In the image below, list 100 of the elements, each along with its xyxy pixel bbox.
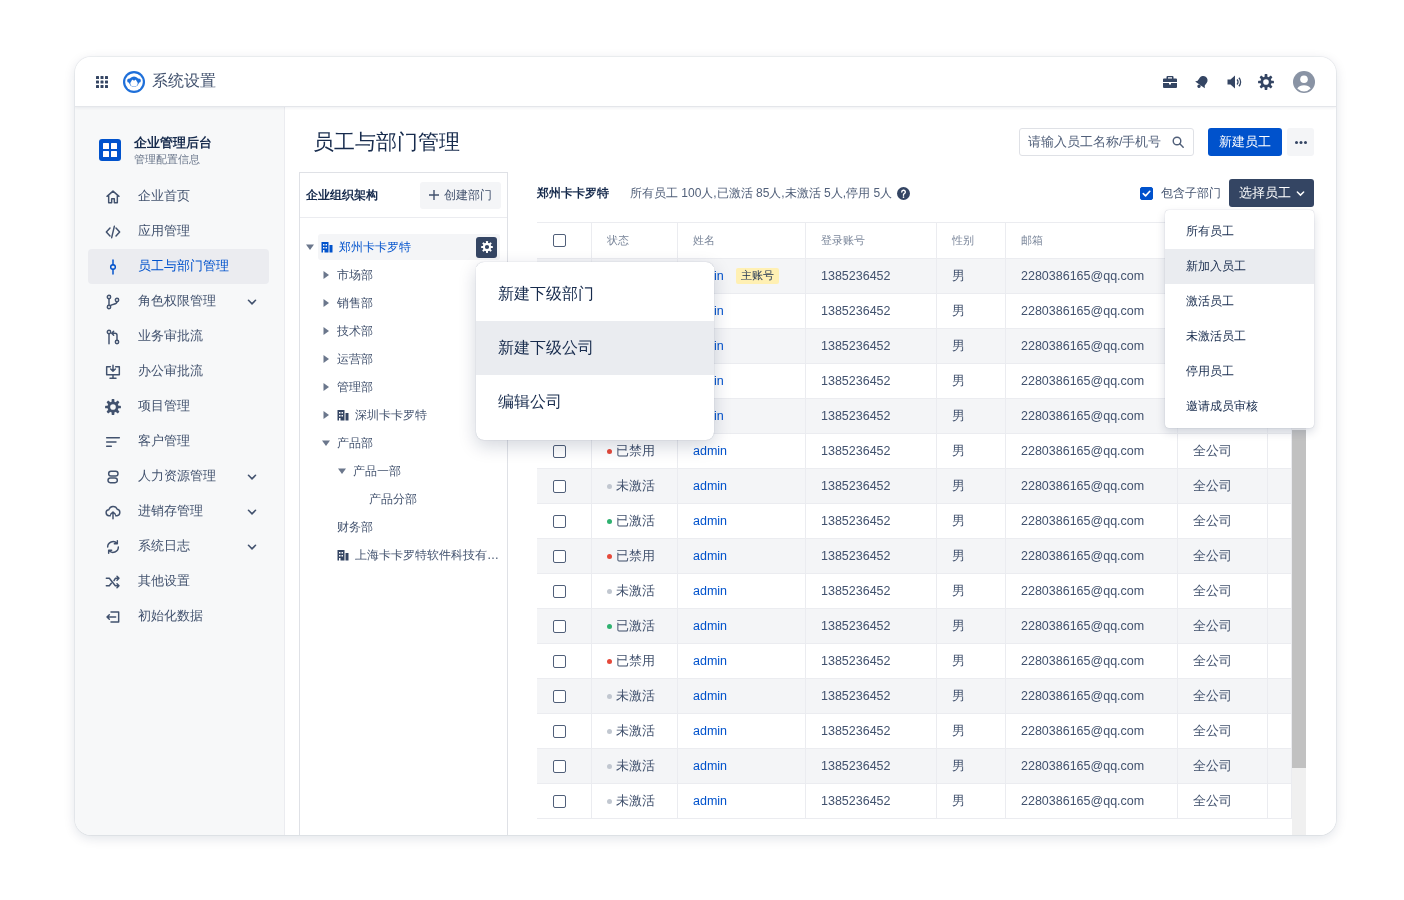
caret-icon[interactable] — [338, 467, 346, 475]
tree-node[interactable]: 深圳卡卡罗特 — [334, 402, 430, 428]
avatar-icon[interactable] — [1293, 70, 1315, 93]
name-link[interactable]: admin — [693, 654, 728, 668]
grid-menu-icon[interactable] — [96, 75, 108, 88]
caret-icon[interactable] — [322, 327, 330, 335]
tree-node[interactable]: 上海卡卡罗特软件科技有… — [334, 542, 502, 568]
caret-icon[interactable] — [306, 243, 314, 251]
nav-item[interactable]: 项目管理 — [88, 389, 269, 424]
row-checkbox[interactable] — [553, 514, 566, 528]
menu-item[interactable]: 新建下级公司 — [476, 321, 714, 375]
row-checkbox[interactable] — [553, 549, 566, 563]
caret-icon[interactable] — [322, 271, 330, 279]
new-staff-button[interactable]: 新建员工 — [1208, 128, 1282, 156]
name-link[interactable]: in — [714, 304, 724, 318]
row-checkbox[interactable] — [553, 654, 566, 668]
tree-node[interactable]: 财务部 — [334, 514, 376, 540]
logo-icon — [123, 70, 145, 93]
scrollbar-thumb[interactable] — [1292, 430, 1306, 768]
table-cell: 全公司 — [1178, 749, 1268, 783]
settings-icon[interactable] — [1258, 73, 1274, 90]
row-checkbox[interactable] — [553, 689, 566, 703]
menu-item[interactable]: 未激活员工 — [1165, 319, 1314, 354]
nav-item[interactable]: 角色权限管理 — [88, 284, 269, 319]
table-cell: 男 — [937, 644, 1006, 678]
tree-node[interactable]: 产品分部 — [366, 486, 420, 512]
menu-item[interactable]: 所有员工 — [1165, 214, 1314, 249]
menu-item[interactable]: 新加入员工 — [1165, 249, 1314, 284]
nav-item[interactable]: 客户管理 — [88, 424, 269, 459]
menu-item[interactable]: 激活员工 — [1165, 284, 1314, 319]
search-field[interactable]: 请输入员工名称/手机号 — [1019, 128, 1194, 156]
name-link[interactable]: in — [714, 374, 724, 388]
tree-node[interactable]: 产品部 — [334, 430, 376, 456]
nav-item[interactable]: 企业首页 — [88, 179, 269, 214]
name-link[interactable]: admin — [693, 584, 728, 598]
caret-icon[interactable] — [322, 439, 330, 447]
bell-icon[interactable] — [1194, 73, 1210, 90]
speaker-icon[interactable] — [1226, 73, 1242, 90]
nav-item[interactable]: 业务审批流 — [88, 319, 269, 354]
more-icon — [1294, 140, 1307, 144]
name-link[interactable]: admin — [693, 444, 728, 458]
checkbox[interactable] — [1140, 186, 1153, 200]
name-link[interactable]: admin — [693, 514, 728, 528]
help-icon[interactable] — [897, 186, 911, 200]
name-link[interactable]: in — [714, 409, 724, 423]
row-checkbox[interactable] — [553, 724, 566, 738]
caret-icon[interactable] — [322, 383, 330, 391]
nav-item[interactable]: 办公审批流 — [88, 354, 269, 389]
select-staff-button[interactable]: 选择员工 — [1229, 179, 1314, 207]
name-link[interactable]: admin — [693, 759, 728, 773]
row-checkbox[interactable] — [553, 444, 566, 458]
table-cell: 1385236452 — [806, 399, 937, 433]
column-header[interactable]: 邮箱 — [1021, 233, 1043, 248]
name-link[interactable]: admin — [693, 724, 728, 738]
nav-item[interactable]: 员工与部门管理 — [88, 249, 269, 284]
caret-icon[interactable] — [322, 411, 330, 419]
more-button[interactable] — [1287, 128, 1314, 156]
nav-item[interactable]: 其他设置 — [88, 564, 269, 599]
name-link[interactable]: admin — [693, 619, 728, 633]
caret-icon[interactable] — [322, 299, 330, 307]
table-cell: 1385236452 — [806, 364, 937, 398]
caret-icon[interactable] — [322, 355, 330, 363]
name-link[interactable]: admin — [693, 689, 728, 703]
checkbox[interactable] — [553, 234, 566, 247]
name-link[interactable]: in — [714, 269, 724, 283]
menu-item[interactable]: 新建下级部门 — [476, 267, 714, 321]
name-link[interactable]: admin — [693, 479, 728, 493]
nav-item[interactable]: 系统日志 — [88, 529, 269, 564]
menu-item[interactable]: 编辑公司 — [476, 375, 714, 429]
column-header[interactable]: 登录账号 — [821, 233, 865, 248]
row-checkbox[interactable] — [553, 619, 566, 633]
name-link[interactable]: in — [714, 339, 724, 353]
nav-item[interactable]: 进销存管理 — [88, 494, 269, 529]
tree-node[interactable]: 产品一部 — [350, 458, 404, 484]
tree-node[interactable]: 管理部 — [334, 374, 376, 400]
column-header[interactable]: 姓名 — [693, 233, 715, 248]
create-department-button[interactable]: 创建部门 — [420, 181, 501, 209]
tree-node[interactable]: 市场部 — [334, 262, 376, 288]
nav-item[interactable]: 应用管理 — [88, 214, 269, 249]
tree-node[interactable]: 郑州卡卡罗特 — [318, 234, 500, 260]
column-header[interactable]: 性别 — [952, 233, 974, 248]
tree-node[interactable]: 运营部 — [334, 346, 376, 372]
menu-item[interactable]: 邀请成员审核 — [1165, 389, 1314, 424]
menu-item[interactable]: 停用员工 — [1165, 354, 1314, 389]
row-checkbox[interactable] — [553, 794, 566, 808]
briefcase-icon[interactable] — [1162, 73, 1178, 90]
search-icon[interactable] — [1172, 136, 1184, 148]
tree-node[interactable]: 技术部 — [334, 318, 376, 344]
settings-button[interactable] — [476, 236, 497, 258]
nav-item[interactable]: 初始化数据 — [88, 599, 269, 634]
tree-node[interactable]: 销售部 — [334, 290, 376, 316]
row-checkbox[interactable] — [553, 584, 566, 598]
name-link[interactable]: admin — [693, 794, 728, 808]
column-header[interactable]: 状态 — [607, 233, 629, 248]
row-checkbox[interactable] — [553, 759, 566, 773]
row-checkbox[interactable] — [553, 479, 566, 493]
name-link[interactable]: admin — [693, 549, 728, 563]
nav-item[interactable]: 人力资源管理 — [88, 459, 269, 494]
checkbox-label[interactable]: 包含子部门 — [1161, 184, 1221, 202]
building-icon — [337, 409, 349, 421]
